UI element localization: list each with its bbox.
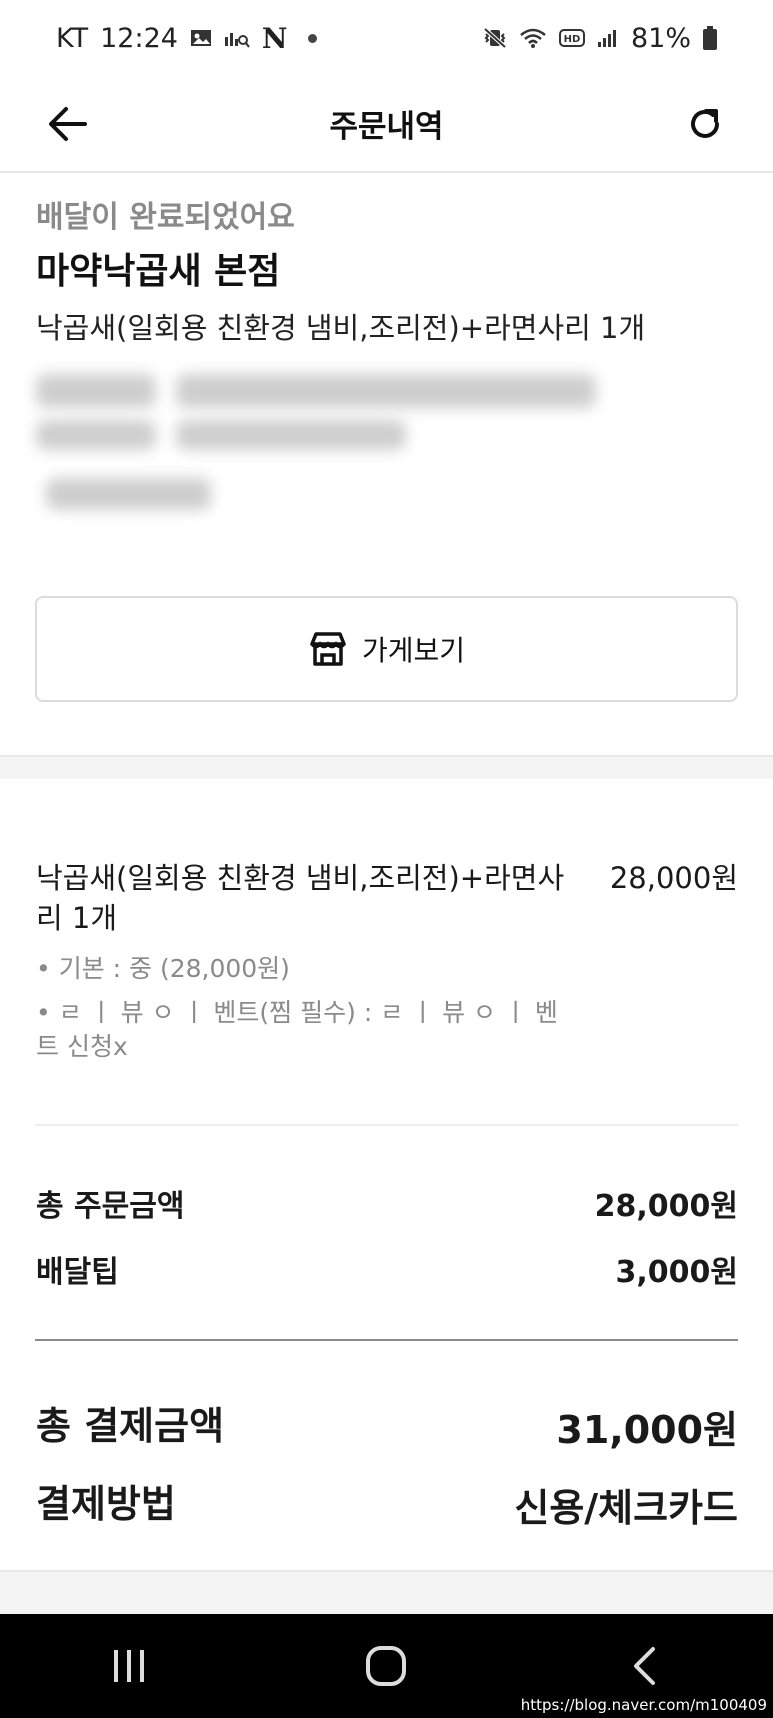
item-price: 28,000원	[609, 861, 738, 895]
battery-percent: 81%	[630, 22, 691, 54]
payment-method-value: 신용/체크카드	[514, 1486, 738, 1530]
delivery-tip-value: 3,000원	[615, 1255, 739, 1290]
recent-apps-button[interactable]	[84, 1631, 174, 1701]
system-back-button[interactable]	[599, 1631, 689, 1701]
order-amount-value: 28,000원	[594, 1189, 738, 1224]
refresh-button[interactable]	[673, 92, 737, 156]
payment-total-value: 31,000원	[556, 1408, 738, 1452]
delivery-status: 배달이 완료되었어요	[36, 200, 295, 235]
svg-text:HD: HD	[564, 34, 581, 45]
view-store-label: 가게보기	[361, 634, 466, 667]
vibrate-mute-icon	[483, 27, 507, 49]
store-name: 마약낙곱새 본점	[36, 251, 281, 292]
order-amount-label: 총 주문금액	[36, 1189, 185, 1224]
section-divider	[0, 755, 773, 779]
store-icon	[310, 632, 346, 666]
payment-total-label: 총 결제금액	[36, 1404, 225, 1448]
clock: 12:24	[100, 22, 178, 54]
arrow-left-icon	[49, 107, 87, 141]
gallery-notification-icon	[190, 27, 212, 49]
carrier-label: KT	[56, 22, 89, 54]
chart-search-icon	[224, 27, 250, 49]
wifi-icon	[519, 27, 547, 49]
item-option: • ㄹ ㅣ 뷰 ㅇ ㅣ 벤트(찜 필수) : ㄹ ㅣ 뷰 ㅇ ㅣ 벤트 신청x	[36, 998, 558, 1061]
item-name: 낙곱새(일회용 친환경 냄비,조리전)+라면사리 1개	[36, 861, 565, 935]
back-chevron-icon	[634, 1647, 656, 1685]
watermark-text: https://blog.naver.com/m100409	[520, 1696, 767, 1714]
status-left: KT 12:24 N	[56, 22, 317, 55]
hd-voice-icon: HD	[558, 28, 585, 48]
blurred-address	[36, 368, 596, 518]
delivery-tip-label: 배달팁	[36, 1255, 119, 1290]
refresh-icon	[691, 109, 719, 138]
more-notifications-dot	[307, 33, 317, 43]
item-option: • 기본 : 중 (28,000원)	[36, 954, 290, 983]
order-summary: 낙곱새(일회용 친환경 냄비,조리전)+라면사리 1개	[36, 311, 646, 345]
status-right: HD 81%	[483, 23, 717, 54]
payment-method-label: 결제방법	[36, 1482, 176, 1526]
battery-icon	[703, 26, 717, 50]
item-divider	[35, 1124, 738, 1126]
status-bar: KT 12:24 N HD 81%	[0, 0, 773, 76]
signal-icon	[597, 28, 619, 48]
bottom-section-divider	[0, 1570, 773, 1614]
total-divider	[35, 1339, 738, 1341]
view-store-button[interactable]: 가게보기	[35, 596, 738, 702]
home-icon	[366, 1646, 407, 1686]
app-badge-icon: N	[261, 21, 288, 55]
home-button[interactable]	[341, 1631, 431, 1701]
back-button[interactable]	[36, 92, 100, 156]
app-header: 주문내역	[0, 76, 773, 173]
order-history-screen: KT 12:24 N HD 81% 주문내역 배달이 완료되었어요 마약낙곱새 …	[0, 0, 773, 1718]
page-title: 주문내역	[329, 109, 444, 145]
system-nav-bar: https://blog.naver.com/m100409	[0, 1614, 773, 1718]
recent-apps-icon	[113, 1650, 144, 1682]
